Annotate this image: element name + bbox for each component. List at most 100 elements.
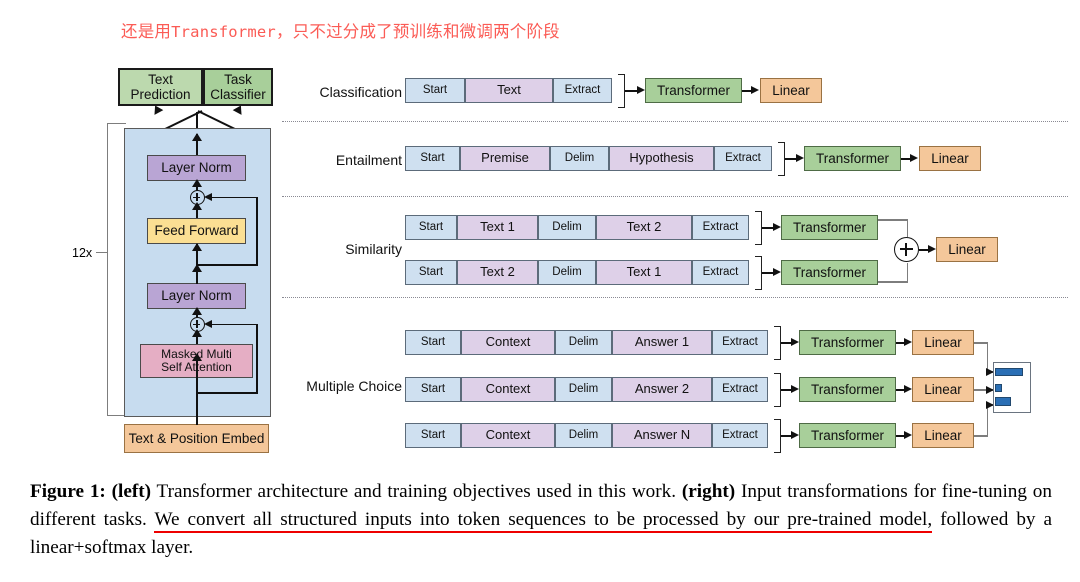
token-mc-2-start: Start: [405, 377, 461, 402]
embed-label: Text & Position Embed: [128, 430, 265, 446]
token-entailment-extract: Extract: [714, 146, 772, 171]
mc-n-to-transformer-arrow: [791, 431, 799, 439]
chinese-annotation-note: 还是用Transformer，只不过分成了预训练和微调两个阶段: [121, 18, 560, 42]
ff-to-add-arrow: [192, 202, 202, 210]
row-label-entailment: Entailment: [335, 152, 402, 168]
token-mc-n-start: Start: [405, 423, 461, 448]
token-label: Context: [485, 334, 531, 350]
separator-entailment-similarity: [282, 196, 1068, 197]
text-prediction-line2: Prediction: [130, 87, 191, 102]
text-prediction-line1: Text: [148, 71, 173, 87]
bracket-mc-1: [774, 326, 781, 360]
token-mc-n-context: Context: [461, 423, 555, 448]
token-label: Text 1: [626, 264, 662, 280]
residual-top-arrow: [204, 193, 212, 201]
caption-left-tag: (left): [111, 481, 152, 502]
token-label: Premise: [481, 150, 529, 166]
token-label: Extract: [722, 429, 758, 442]
annotation-text-post: ，只不过分成了预训练和微调两个阶段: [275, 23, 560, 41]
embed-to-attn-line: [196, 355, 198, 425]
feed-forward-label: Feed Forward: [154, 223, 239, 239]
linear-mc-2: Linear: [912, 377, 974, 402]
classification-to-transformer-arrow: [637, 86, 645, 94]
layer-norm-top-block: Layer Norm: [147, 155, 246, 181]
similarity-b-merge-h: [878, 281, 908, 283]
layer-norm-bottom-block: Layer Norm: [147, 283, 246, 309]
output-bar-3: [995, 397, 1011, 406]
token-label: Text 1: [480, 219, 515, 235]
similarity-merge-plus: [894, 237, 919, 262]
token-label: Extract: [722, 336, 758, 349]
token-label: Text: [497, 82, 521, 98]
transformer-mc-n: Transformer: [799, 423, 896, 448]
token-similarity-a-text1: Text 1: [457, 215, 538, 240]
similarity-b-to-transformer-arrow: [773, 268, 781, 276]
bracket-mc-2: [774, 373, 781, 407]
layer-norm-bottom-label: Layer Norm: [161, 288, 232, 304]
transformer-label: Transformer: [810, 381, 884, 397]
token-label: Delim: [568, 429, 599, 442]
token-mc-n-answer: Answer N: [612, 423, 712, 448]
bracket-classification: [618, 74, 625, 108]
similarity-a-merge-h: [878, 219, 908, 221]
attn-to-add-arrow: [192, 329, 202, 337]
caption-right-tag: (right): [681, 481, 736, 502]
token-label: Start: [418, 266, 444, 279]
token-label: Text 2: [626, 219, 662, 235]
repeat-count-label: 12x: [72, 246, 93, 260]
text-prediction-head: Text Prediction: [118, 68, 203, 106]
ln-top-to-trunk-arrow: [192, 133, 202, 141]
linear-mc-1: Linear: [912, 330, 974, 355]
token-classification-start: Start: [405, 78, 465, 103]
token-label: Start: [418, 221, 444, 234]
transformer-mc-1: Transformer: [799, 330, 896, 355]
token-mc-2-extract: Extract: [712, 377, 768, 402]
residual-top-h-line: [206, 196, 258, 199]
mc-2-transformer-to-linear-arrow: [904, 385, 912, 393]
token-entailment-delim: Delim: [550, 146, 609, 171]
ln-bottom-in-arrow: [192, 307, 202, 315]
token-label: Start: [420, 429, 446, 442]
transformer-similarity-b: Transformer: [781, 260, 878, 285]
task-classifier-line2: Classifier: [210, 87, 266, 102]
caption-highlighted-sentence: We convert all structured inputs into to…: [154, 508, 933, 533]
token-label: Delim: [552, 266, 582, 279]
token-similarity-b-start: Start: [405, 260, 457, 285]
token-similarity-b-delim: Delim: [538, 260, 596, 285]
token-label: Extract: [702, 266, 739, 279]
token-label: Hypothesis: [629, 150, 694, 166]
token-label: Start: [420, 383, 446, 396]
transformer-label: Transformer: [792, 264, 866, 280]
bracket-similarity-b: [755, 256, 762, 290]
mc-2-to-transformer-arrow: [791, 385, 799, 393]
token-label: Extract: [564, 84, 601, 97]
token-label: Delim: [552, 221, 582, 234]
token-mc-n-delim: Delim: [555, 423, 612, 448]
token-similarity-b-text1: Text 1: [596, 260, 692, 285]
classification-transformer-to-linear-arrow: [751, 86, 759, 94]
similarity-a-merge-v: [906, 219, 908, 237]
entailment-to-transformer-arrow: [796, 154, 804, 162]
token-label: Answer 2: [634, 381, 690, 397]
token-label: Extract: [725, 152, 761, 165]
similarity-a-to-transformer-arrow: [773, 223, 781, 231]
ln-bottom-out-arrow: [192, 264, 202, 272]
task-classifier-head: Task Classifier: [203, 68, 273, 106]
mc-1-transformer-to-linear-arrow: [904, 338, 912, 346]
token-label: Delim: [568, 336, 599, 349]
token-label: Delim: [564, 152, 595, 165]
token-mc-1-start: Start: [405, 330, 461, 355]
task-classifier-line1: Task: [224, 71, 252, 87]
token-similarity-b-text2: Text 2: [457, 260, 538, 285]
entailment-transformer-to-linear-arrow: [910, 154, 918, 162]
annotation-text-mono: Transformer: [171, 23, 276, 41]
repeat-bracket-vertical: [107, 123, 109, 416]
embed-to-attn-arrow: [192, 353, 202, 361]
token-label: Start: [420, 336, 446, 349]
residual-bottom-tap-line: [196, 392, 257, 394]
linear-label: Linear: [924, 381, 962, 397]
token-mc-2-context: Context: [461, 377, 555, 402]
residual-bottom-h-line: [206, 323, 258, 326]
linear-classification: Linear: [760, 78, 822, 103]
row-label-similarity: Similarity: [345, 241, 402, 257]
